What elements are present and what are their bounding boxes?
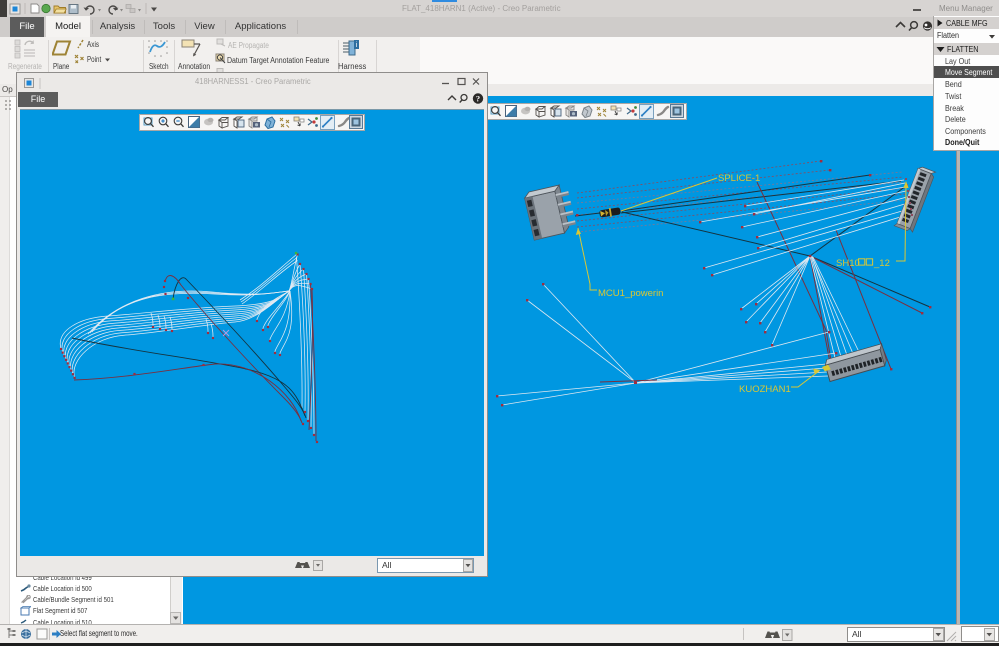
svg-text:SPLICE-1: SPLICE-1 — [718, 173, 760, 184]
svg-text:SH10: SH10 — [836, 258, 860, 269]
svg-text:_12: _12 — [873, 258, 890, 269]
svg-text:MCU1_powerin: MCU1_powerin — [598, 288, 663, 299]
svg-text:KUOZHAN1: KUOZHAN1 — [739, 384, 791, 395]
svg-text:?: ? — [476, 94, 480, 104]
